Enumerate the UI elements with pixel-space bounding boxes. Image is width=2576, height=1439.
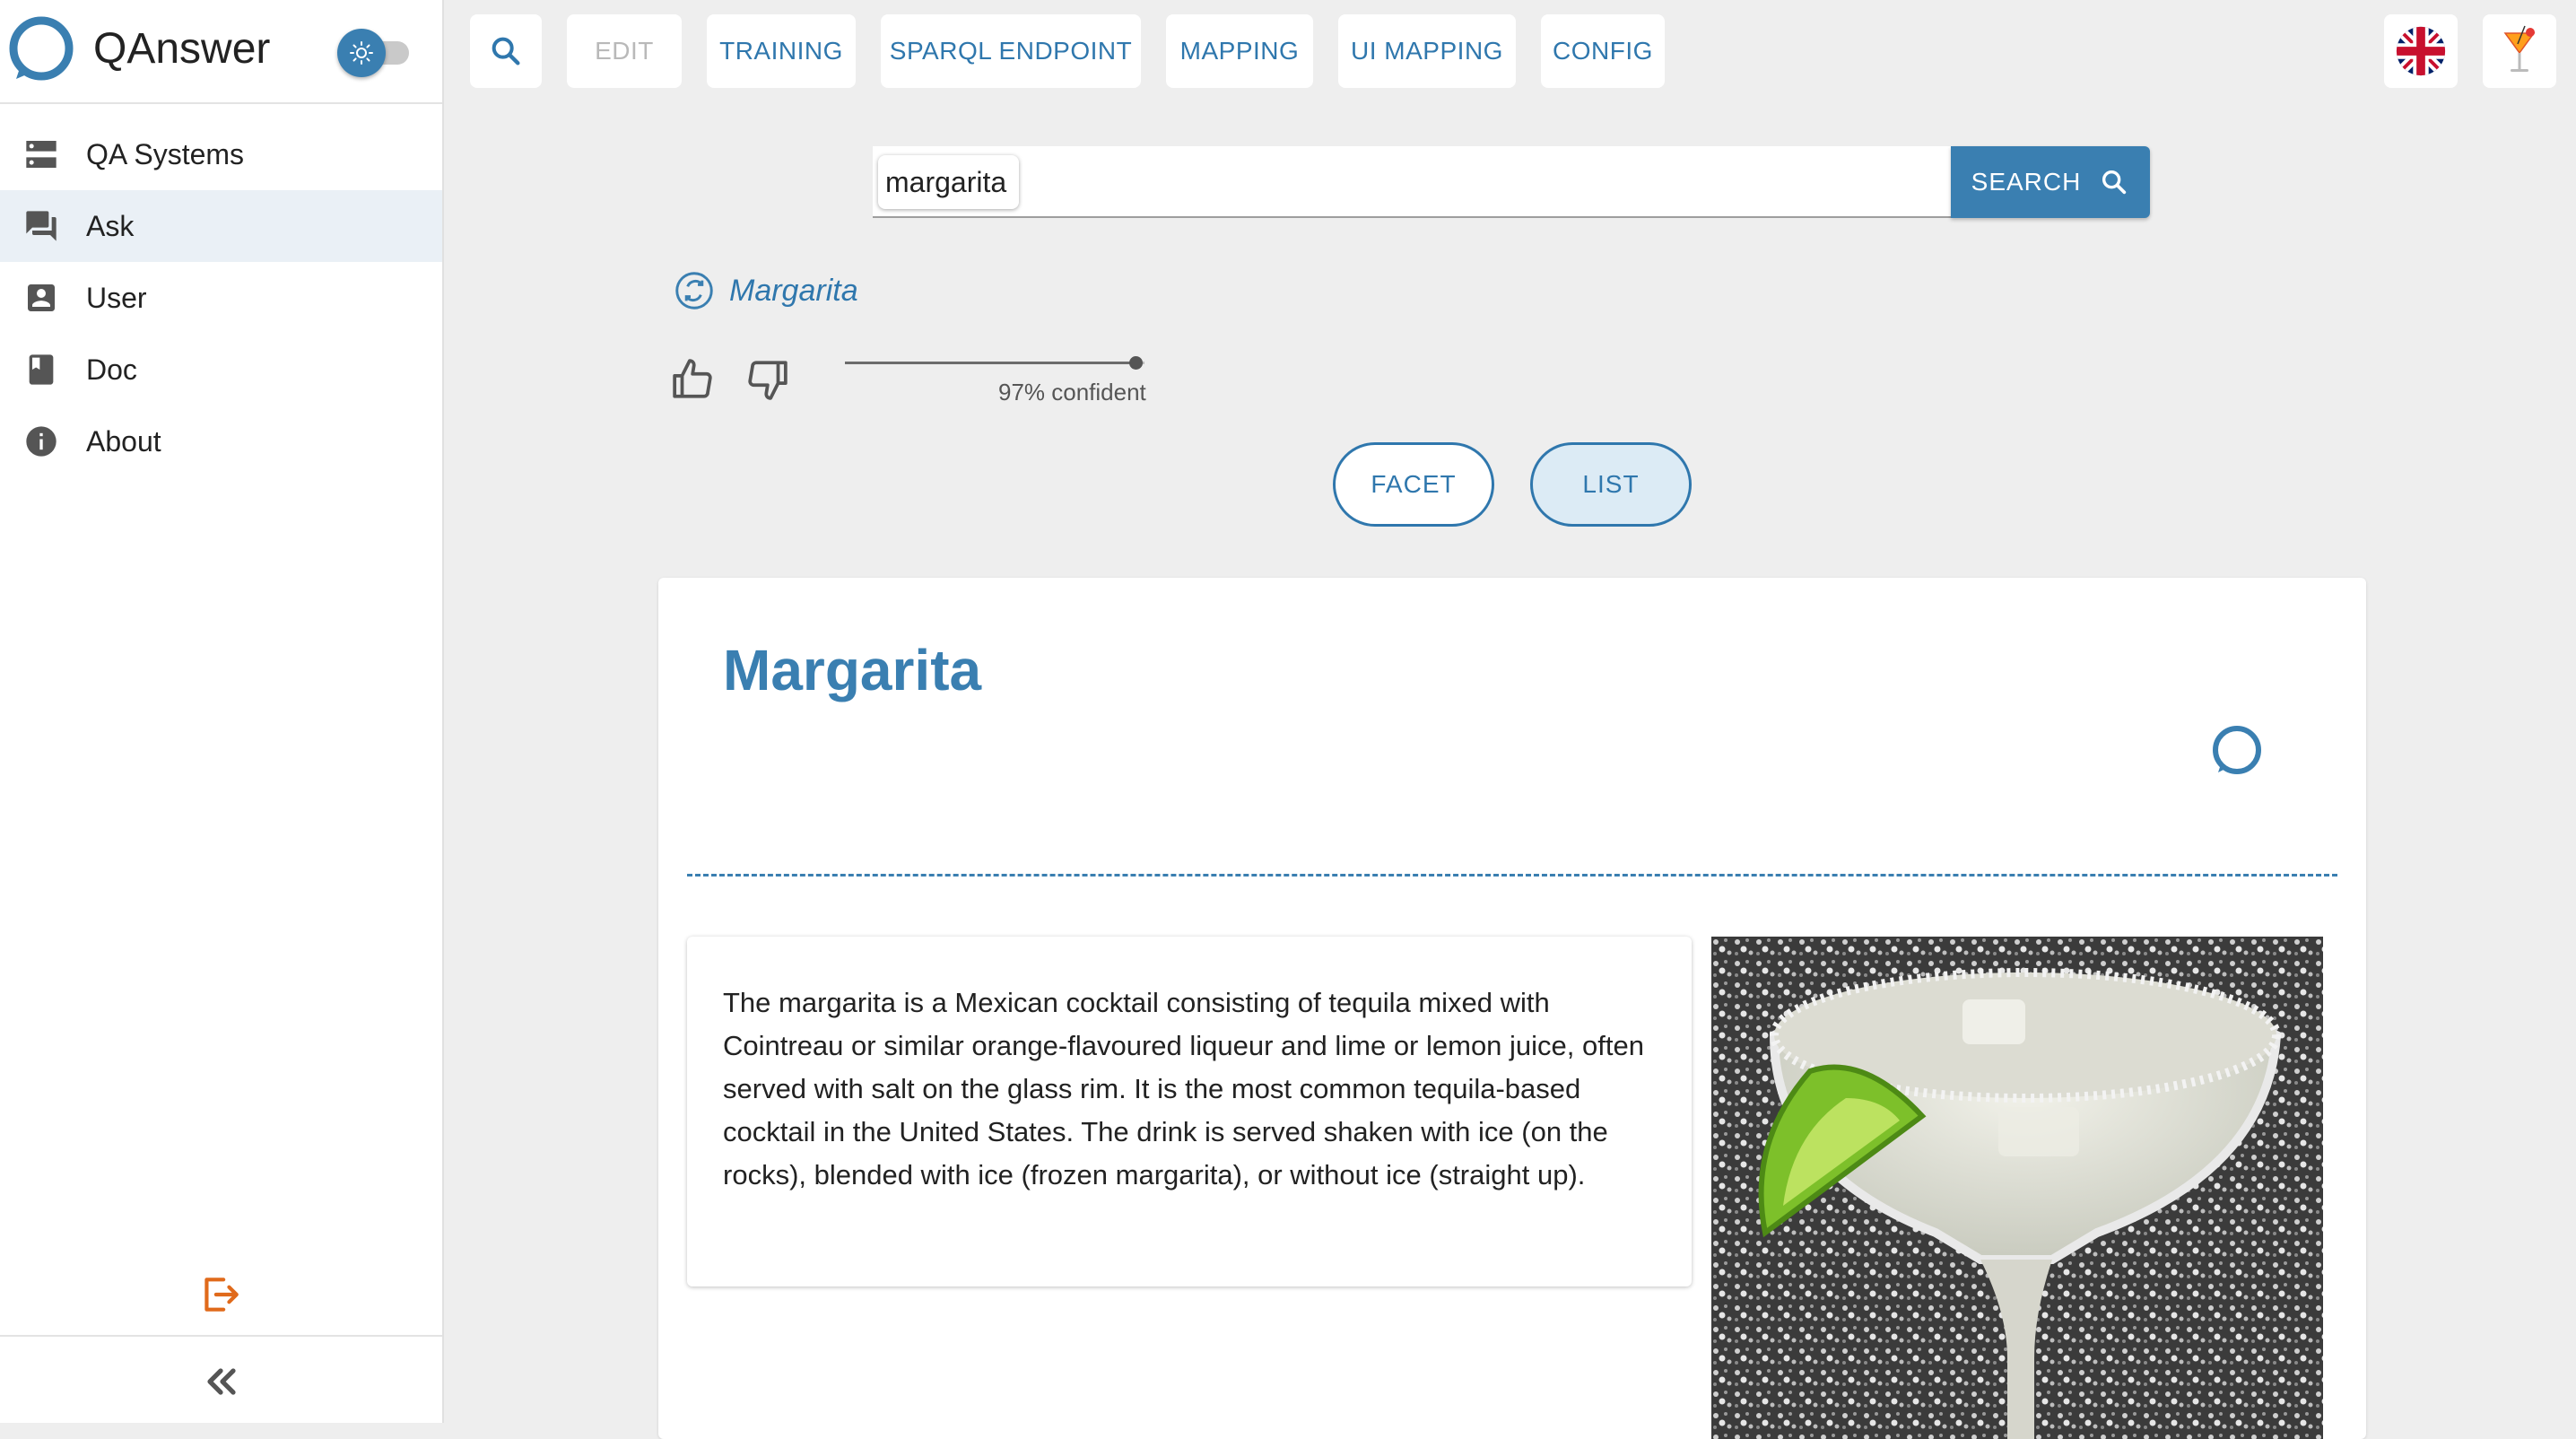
sidebar-item-label: User bbox=[86, 281, 147, 314]
confidence-bar bbox=[845, 356, 1144, 370]
search-input[interactable]: margarita bbox=[873, 146, 1951, 218]
facet-view-button[interactable]: FACET bbox=[1333, 442, 1494, 527]
sidebar-item-ask[interactable]: Ask bbox=[0, 190, 442, 262]
search-button[interactable]: SEARCH bbox=[1951, 146, 2150, 218]
sidebar-item-label: QA Systems bbox=[86, 137, 245, 170]
search-icon bbox=[2102, 170, 2127, 195]
sidebar-item-user[interactable]: User bbox=[0, 262, 442, 334]
edit-button[interactable]: EDIT bbox=[567, 14, 682, 88]
abstract-text: The margarita is a Mexican cocktail cons… bbox=[723, 987, 1644, 1190]
brand-header: QAnswer bbox=[0, 0, 442, 104]
server-icon bbox=[26, 141, 57, 168]
result-card: Margarita The margarita is a Mexican coc… bbox=[658, 578, 2366, 1439]
theme-toggle[interactable] bbox=[337, 25, 413, 77]
account-box-icon bbox=[28, 284, 55, 311]
search-icon bbox=[492, 37, 520, 65]
section-divider bbox=[687, 874, 2337, 876]
result-title: Margarita bbox=[723, 638, 982, 702]
logout-icon[interactable] bbox=[197, 1272, 242, 1317]
search-button-label: SEARCH bbox=[1971, 168, 2082, 196]
thumb-down-icon[interactable] bbox=[744, 357, 789, 402]
app-title: QAnswer bbox=[93, 25, 271, 73]
double-chevron-left-icon[interactable] bbox=[199, 1360, 242, 1403]
abstract-card: The margarita is a Mexican cocktail cons… bbox=[687, 937, 1692, 1286]
uk-flag-icon bbox=[2396, 26, 2446, 76]
ui-mapping-button[interactable]: UI MAPPING bbox=[1338, 14, 1516, 88]
confidence-label: 97% confident bbox=[998, 379, 1146, 406]
forum-icon bbox=[26, 211, 57, 241]
sidebar-item-label: About bbox=[86, 424, 161, 458]
sidebar-item-label: Ask bbox=[86, 209, 135, 242]
book-icon bbox=[29, 354, 54, 385]
sidebar-item-doc[interactable]: Doc bbox=[0, 334, 442, 406]
search-toggle-button[interactable] bbox=[470, 14, 542, 88]
sun-icon bbox=[337, 29, 386, 77]
thumb-up-icon[interactable] bbox=[671, 357, 716, 402]
qanswer-logo-icon bbox=[2213, 726, 2261, 774]
list-view-button[interactable]: LIST bbox=[1530, 442, 1692, 527]
search-query-chip[interactable]: margarita bbox=[878, 155, 1020, 209]
sync-circle-icon[interactable] bbox=[674, 271, 714, 310]
config-button[interactable]: CONFIG bbox=[1541, 14, 1665, 88]
training-button[interactable]: TRAINING bbox=[707, 14, 856, 88]
confidence-marker bbox=[1128, 356, 1143, 370]
answer-link[interactable]: Margarita bbox=[729, 271, 858, 310]
sparql-endpoint-button[interactable]: SPARQL ENDPOINT bbox=[881, 14, 1141, 88]
info-icon bbox=[26, 426, 57, 457]
mapping-button[interactable]: MAPPING bbox=[1166, 14, 1313, 88]
cocktail-icon bbox=[2503, 25, 2536, 72]
sidebar-footer bbox=[0, 1335, 442, 1425]
qanswer-logo-icon bbox=[9, 16, 74, 81]
sidebar: QAnswer QA Systems Ask User Doc About bbox=[0, 0, 444, 1423]
sidebar-item-about[interactable]: About bbox=[0, 406, 442, 477]
margarita-photo bbox=[1711, 937, 2323, 1439]
language-button[interactable] bbox=[2384, 14, 2458, 88]
sidebar-item-label: Doc bbox=[86, 353, 137, 386]
sidebar-item-qa-systems[interactable]: QA Systems bbox=[0, 118, 442, 190]
user-avatar-button[interactable] bbox=[2483, 14, 2556, 88]
confidence-fill bbox=[845, 362, 1136, 364]
